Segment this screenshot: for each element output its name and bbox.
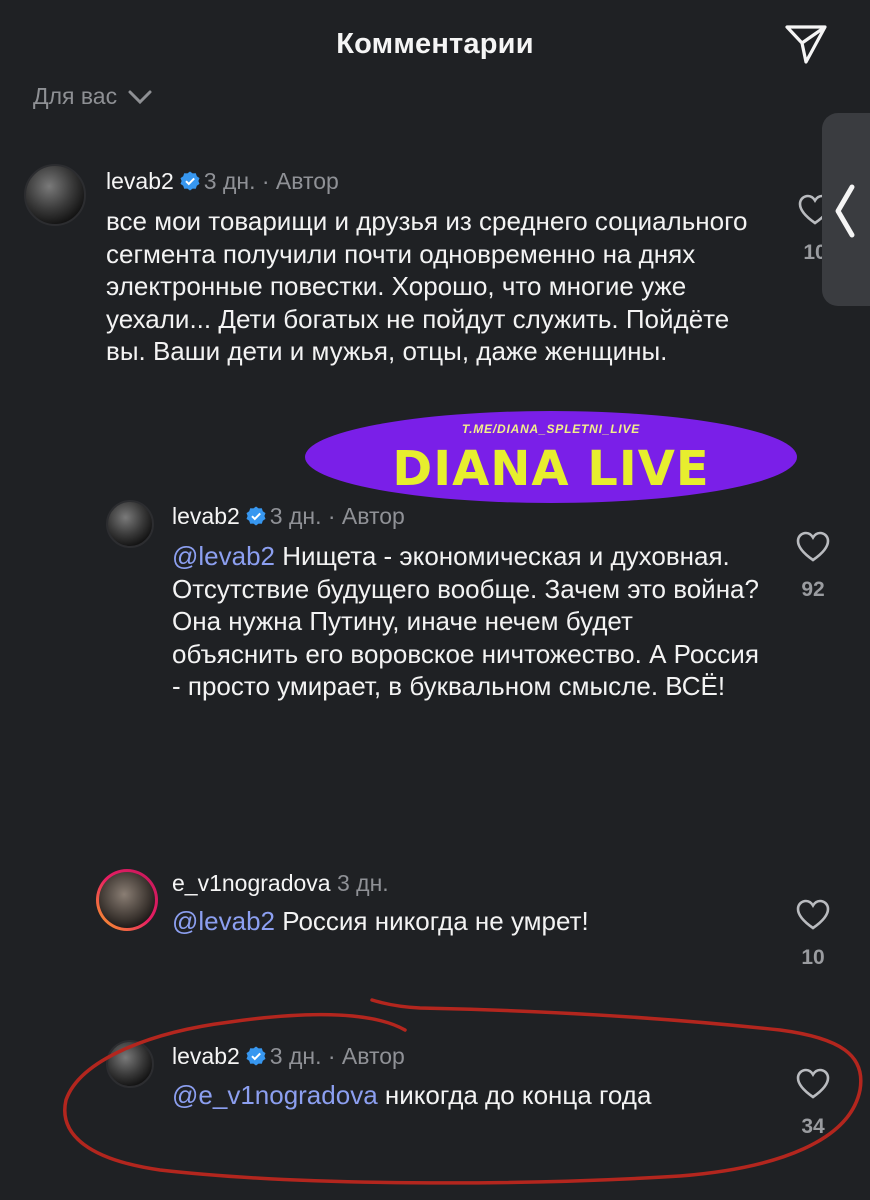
like-count: 34 <box>801 1115 825 1138</box>
verified-badge-icon <box>246 506 266 526</box>
like-count: 92 <box>801 578 825 601</box>
filter-label: Для вас <box>33 83 118 109</box>
author-tag: · Автор <box>261 168 339 194</box>
username[interactable]: levab2 <box>172 503 240 529</box>
avatar[interactable] <box>24 164 86 226</box>
avatar[interactable] <box>96 869 158 931</box>
heart-icon <box>796 531 830 562</box>
comment-time: 3 дн. <box>269 1043 322 1069</box>
heart-icon <box>796 1068 830 1099</box>
like-button[interactable]: 34 <box>788 1068 838 1139</box>
avatar[interactable] <box>106 500 154 548</box>
mention-link[interactable]: @e_v1nogradova <box>172 1080 378 1110</box>
comment-meta: levab2 3 дн. · Автор <box>106 168 339 195</box>
comment-body: никогда до конца года <box>377 1080 652 1110</box>
watermark-badge: T.ME/DIANA_SPLETNI_LIVE DIANA LIVE <box>305 411 797 503</box>
chevron-left-icon <box>835 184 855 238</box>
like-count: 10 <box>801 946 825 969</box>
username[interactable]: e_v1nogradova <box>172 870 331 896</box>
chevron-down-icon <box>128 90 152 104</box>
author-tag: · Автор <box>327 503 405 529</box>
comment-meta: e_v1nogradova 3 дн. <box>172 870 389 897</box>
page-title: Комментарии <box>336 28 534 60</box>
avatar[interactable] <box>106 1040 154 1088</box>
watermark-title: DIANA LIVE <box>392 441 710 497</box>
mention-link[interactable]: @levab2 <box>172 906 275 936</box>
mention-link[interactable]: @levab2 <box>172 541 275 571</box>
comment-meta: levab2 3 дн. · Автор <box>172 1043 405 1070</box>
comment-time: 3 дн. <box>203 168 256 194</box>
username[interactable]: levab2 <box>172 1043 240 1069</box>
like-button[interactable]: 92 <box>788 531 838 602</box>
author-tag: · Автор <box>327 1043 405 1069</box>
side-panel-handle[interactable] <box>822 113 870 306</box>
like-button[interactable]: 10 <box>788 899 838 970</box>
comment-meta: levab2 3 дн. · Автор <box>172 503 405 530</box>
comment-body: Россия никогда не умрет! <box>275 906 589 936</box>
verified-badge-icon <box>246 1046 266 1066</box>
comment-text: @e_v1nogradova никогда до конца года <box>172 1079 762 1112</box>
comment-time: 3 дн. <box>269 503 322 529</box>
comment-time: 3 дн. <box>336 870 389 896</box>
username[interactable]: levab2 <box>106 168 174 194</box>
comment-text: @levab2 Нищета - экономическая и духовна… <box>172 540 762 703</box>
paper-plane-icon[interactable] <box>784 24 828 66</box>
watermark-url: T.ME/DIANA_SPLETNI_LIVE <box>461 422 641 436</box>
filter-dropdown[interactable]: Для вас <box>33 83 153 110</box>
heart-icon <box>796 899 830 930</box>
comment-text: все мои товарищи и друзья из среднего со… <box>106 206 748 366</box>
comment-text: @levab2 Россия никогда не умрет! <box>172 905 762 938</box>
verified-badge-icon <box>180 171 200 191</box>
